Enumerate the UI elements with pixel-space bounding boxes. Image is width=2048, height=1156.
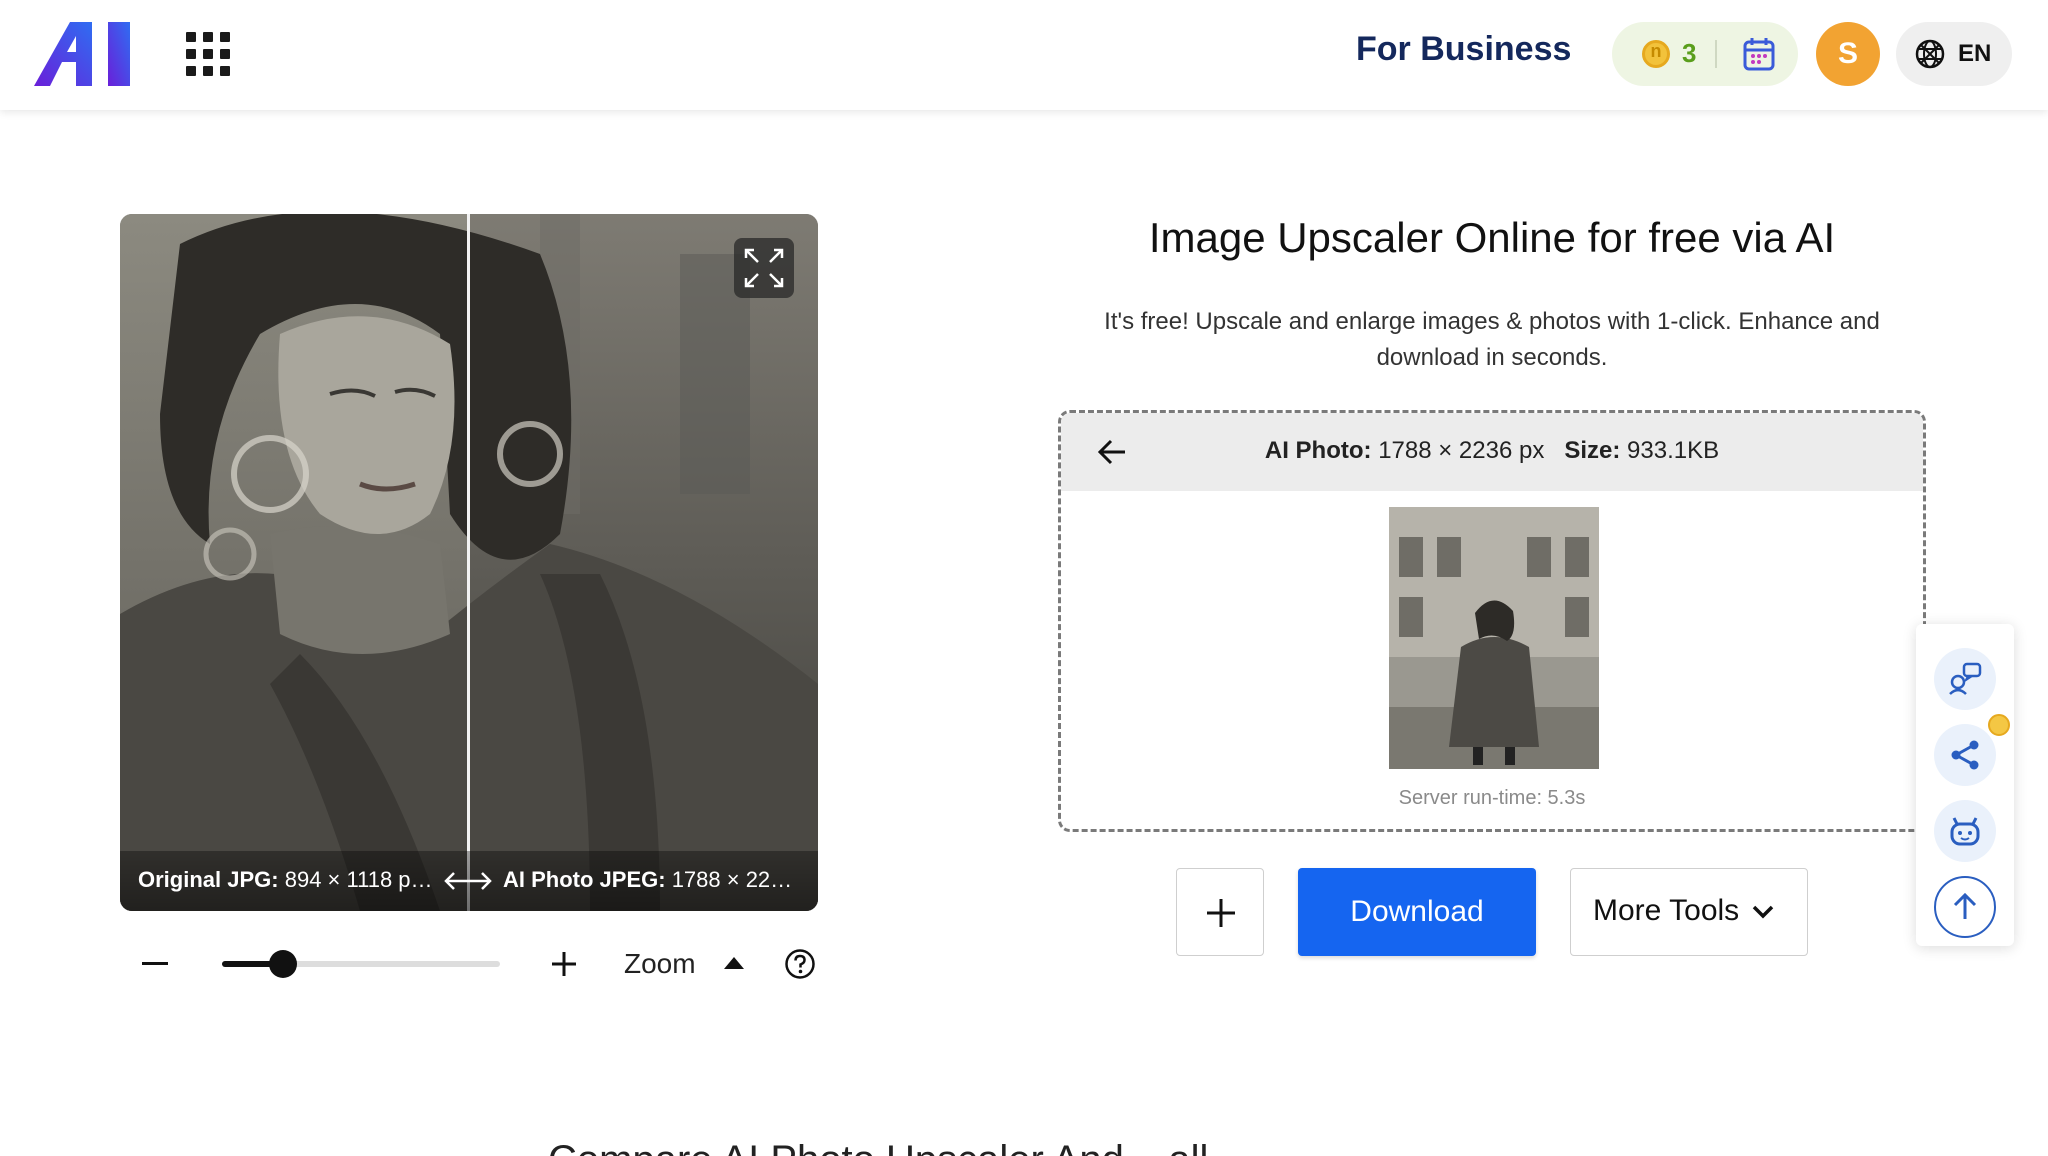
globe-icon [1915,39,1945,69]
size-label: Size: [1564,437,1621,464]
page-title: Image Upscaler Online for free via AI [1148,214,1836,261]
ai-caption: AI Photo JPEG: 1788 × 2236 ... [503,867,803,893]
original-caption: Original JPG: 894 × 1118 px... [138,867,438,893]
zoom-slider-thumb[interactable] [269,950,298,978]
download-button[interactable]: Download [1298,868,1536,956]
result-panel: AI Photo: 1788 × 2236 px Size: 933.1KB S… [1058,410,1926,832]
result-header: AI Photo: 1788 × 2236 px Size: 933.1KB [1061,413,1923,491]
viewer-caption-bar: Original JPG: 894 × 1118 px... AI Photo … [120,851,818,911]
coin-icon [1642,40,1670,68]
language-selector[interactable]: EN [1896,22,2012,86]
top-header: For Business 3 S EN [0,0,2048,110]
plus-icon[interactable] [550,950,578,978]
floating-side-panel [1916,624,2014,946]
add-image-button[interactable] [1176,868,1264,956]
help-icon[interactable] [784,948,816,980]
result-thumbnail[interactable] [1389,507,1599,769]
calendar-icon[interactable] [1742,36,1776,72]
original-dims: 894 × 1118 px... [284,867,438,892]
server-runtime: Server run-time: 5.3s [1398,787,1586,809]
language-code: EN [1958,40,1992,67]
zoom-slider[interactable] [222,950,500,978]
brand-logo[interactable] [34,22,132,86]
more-tools-button[interactable]: More Tools [1570,868,1808,956]
user-avatar[interactable]: S [1816,22,1880,86]
credits-count: 3 [1682,38,1697,68]
pill-divider [1715,40,1717,68]
thumbnail-image [1389,507,1599,769]
more-tools-label: More Tools [1593,894,1740,927]
feedback-icon [1949,662,1982,695]
apps-grid-icon[interactable] [186,32,230,76]
size-value: 933.1KB [1627,437,1720,464]
scroll-top-button[interactable] [1934,876,1996,938]
chevron-down-icon [1752,905,1774,919]
zoom-label[interactable]: Zoom [624,948,696,980]
compare-arrows-icon [444,872,492,890]
credits-pill[interactable]: 3 [1612,22,1798,86]
minus-icon[interactable] [142,962,168,965]
expand-icon [744,248,784,288]
caret-up-icon[interactable] [724,957,744,969]
photo-dims: 1788 × 2236 px [1378,437,1545,464]
ai-dims: 1788 × 2236 ... [671,867,803,892]
before-after-viewer[interactable]: Original JPG: 894 × 1118 px... AI Photo … [120,214,818,911]
photo-label: AI Photo: [1264,437,1372,464]
section-heading-partial: Compare AI Photo Upscaler And... all ...… [548,1138,1548,1156]
feedback-button[interactable] [1934,648,1996,710]
expand-button[interactable] [734,238,794,298]
plus-icon [1207,899,1235,927]
result-info: AI Photo: 1788 × 2236 px Size: 933.1KB [1061,437,1923,465]
share-button[interactable] [1934,724,1996,786]
bot-icon [1950,817,1980,846]
original-label: Original JPG: [138,867,279,892]
bot-button[interactable] [1934,800,1996,862]
ai-label: AI Photo JPEG: [503,867,666,892]
zoom-controls: Zoom [120,940,820,990]
arrow-up-icon [1953,892,1977,919]
page-subtitle: It's free! Upscale and enlarge images & … [1104,308,1880,371]
coin-icon [1988,714,2010,736]
for-business-link[interactable]: For Business [1356,30,1571,69]
compare-divider[interactable] [467,214,470,911]
share-icon [1951,740,1979,770]
